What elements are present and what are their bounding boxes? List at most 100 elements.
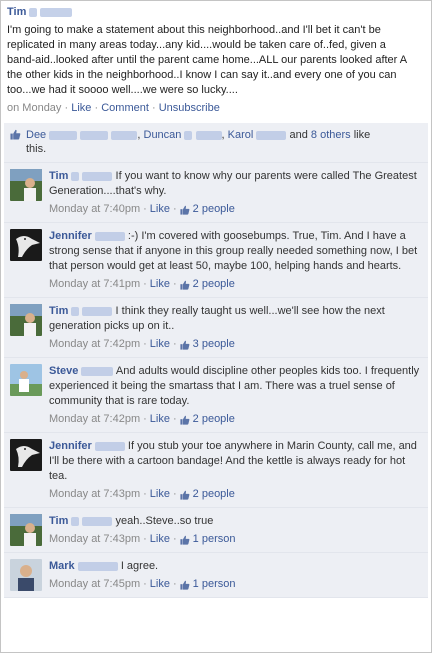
separator: ·: [172, 203, 177, 215]
redacted-name: [81, 366, 114, 376]
comment-author[interactable]: Jennifer: [49, 440, 92, 452]
post-text: I'm going to make a statement about this…: [7, 23, 425, 98]
comment-meta: Monday at 7:43pm · Like · 1 person: [49, 532, 422, 547]
comment-time[interactable]: Monday at 7:40pm: [49, 202, 140, 217]
redacted-name: [195, 130, 222, 140]
post-author-first[interactable]: Tim: [7, 6, 26, 18]
pelican-icon[interactable]: [10, 439, 42, 471]
redacted-name: [71, 306, 80, 316]
comment-meta: Monday at 7:42pm · Like · 2 people: [49, 412, 422, 427]
comment-like-link[interactable]: Like: [150, 412, 170, 427]
comment-time[interactable]: Monday at 7:43pm: [49, 487, 140, 502]
like-link[interactable]: Like: [71, 102, 91, 114]
post-time[interactable]: on Monday: [7, 102, 61, 114]
redacted-name: [71, 171, 80, 181]
separator: ·: [64, 102, 69, 114]
pelican-icon[interactable]: [10, 229, 42, 261]
thumbs-up-icon: [180, 580, 190, 590]
likes-and: and: [289, 129, 308, 141]
unsubscribe-link[interactable]: Unsubscribe: [159, 102, 220, 114]
post-text-line: band-aid..looked after until the parent …: [7, 54, 408, 66]
comment-like-link[interactable]: Like: [150, 337, 170, 352]
comment-author[interactable]: Tim: [49, 170, 68, 182]
separator: ·: [143, 488, 147, 500]
post-text-line: the other kids in the neighborhood..I kn…: [7, 69, 397, 81]
comment-author[interactable]: Mark: [49, 560, 75, 572]
comment-meta: Monday at 7:42pm · Like · 3 people: [49, 337, 422, 352]
comment-link[interactable]: Comment: [101, 102, 149, 114]
comment-meta: Monday at 7:45pm · Like · 1 person: [49, 577, 422, 592]
redacted-name: [40, 7, 73, 17]
separator: ·: [172, 413, 177, 425]
separator: ·: [172, 338, 177, 350]
redacted-name: [77, 561, 118, 571]
man-outdoors-icon[interactable]: [10, 514, 42, 546]
comment-time[interactable]: Monday at 7:45pm: [49, 577, 140, 592]
post-author[interactable]: Tim: [7, 6, 425, 18]
others-link[interactable]: 8 others: [311, 129, 351, 141]
separator: ·: [172, 578, 177, 590]
comment-like-count[interactable]: 2 people: [193, 202, 235, 217]
separator: ·: [143, 203, 147, 215]
redacted-name: [111, 130, 138, 140]
post: Tim I'm going to make a statement about …: [1, 1, 431, 114]
liker-name[interactable]: Dee: [26, 129, 46, 141]
comment-like-count[interactable]: 2 people: [193, 487, 235, 502]
comment-author[interactable]: Tim: [49, 515, 68, 527]
thumbs-up-icon: [180, 535, 190, 545]
liker-name[interactable]: Duncan: [144, 129, 182, 141]
post-text-line: I'm going to make a statement about this…: [7, 24, 381, 36]
separator: ·: [151, 102, 156, 114]
liker-name[interactable]: Karol: [228, 129, 254, 141]
comment: Jennifer :-) I'm covered with goosebumps…: [4, 223, 428, 298]
redacted-name: [71, 516, 80, 526]
redacted-name: [49, 130, 78, 140]
post-text-line: replicated in many areas today...any kid…: [7, 39, 386, 51]
comment-text: yeah..Steve..so true: [115, 515, 214, 527]
separator: ·: [172, 488, 177, 500]
thumbs-up-icon: [180, 280, 190, 290]
comment-like-link[interactable]: Like: [150, 487, 170, 502]
comment-author[interactable]: Steve: [49, 365, 78, 377]
comment-like-count[interactable]: 1 person: [193, 577, 236, 592]
comment-like-count[interactable]: 2 people: [193, 277, 235, 292]
comment-time[interactable]: Monday at 7:43pm: [49, 532, 140, 547]
separator: ·: [143, 278, 147, 290]
comment-text: I agree.: [120, 560, 159, 572]
comment-like-count[interactable]: 2 people: [193, 412, 235, 427]
redacted-name: [184, 130, 193, 140]
comment-like-link[interactable]: Like: [150, 577, 170, 592]
comment-meta: Monday at 7:41pm · Like · 2 people: [49, 277, 422, 292]
thumbs-up-icon: [180, 340, 190, 350]
comment-like-link[interactable]: Like: [150, 532, 170, 547]
post-meta: on Monday · Like · Comment · Unsubscribe: [7, 102, 425, 114]
comment-time[interactable]: Monday at 7:42pm: [49, 412, 140, 427]
comment: Tim I think they really taught us well..…: [4, 298, 428, 358]
comment-time[interactable]: Monday at 7:41pm: [49, 277, 140, 292]
thumbs-up-icon: [180, 205, 190, 215]
redacted-name: [94, 441, 125, 451]
comment-author[interactable]: Jennifer: [49, 230, 92, 242]
man-beach-icon[interactable]: [10, 364, 42, 396]
comment: Mark I agree. Monday at 7:45pm · Like · …: [4, 553, 428, 598]
comment-like-link[interactable]: Like: [150, 202, 170, 217]
man-outdoors-icon[interactable]: [10, 169, 42, 201]
redacted-name: [94, 231, 125, 241]
man-portrait-icon[interactable]: [10, 559, 42, 591]
comment-time[interactable]: Monday at 7:42pm: [49, 337, 140, 352]
man-outdoors-icon[interactable]: [10, 304, 42, 336]
likes-suffix-2: this.: [26, 143, 47, 155]
separator: ·: [172, 533, 177, 545]
comment-author[interactable]: Tim: [49, 305, 68, 317]
redacted-name: [80, 130, 109, 140]
likes-suffix: like: [353, 129, 371, 141]
separator: ·: [172, 278, 177, 290]
likes-text: Dee , Duncan , Karol and 8 others like t…: [26, 129, 371, 155]
separator: ·: [143, 413, 147, 425]
comment-like-count[interactable]: 1 person: [193, 532, 236, 547]
comment-meta: Monday at 7:43pm · Like · 2 people: [49, 487, 422, 502]
thumbs-up-icon: [180, 415, 190, 425]
comment-like-count[interactable]: 3 people: [193, 337, 235, 352]
comment-like-link[interactable]: Like: [150, 277, 170, 292]
redacted-name: [256, 130, 287, 140]
